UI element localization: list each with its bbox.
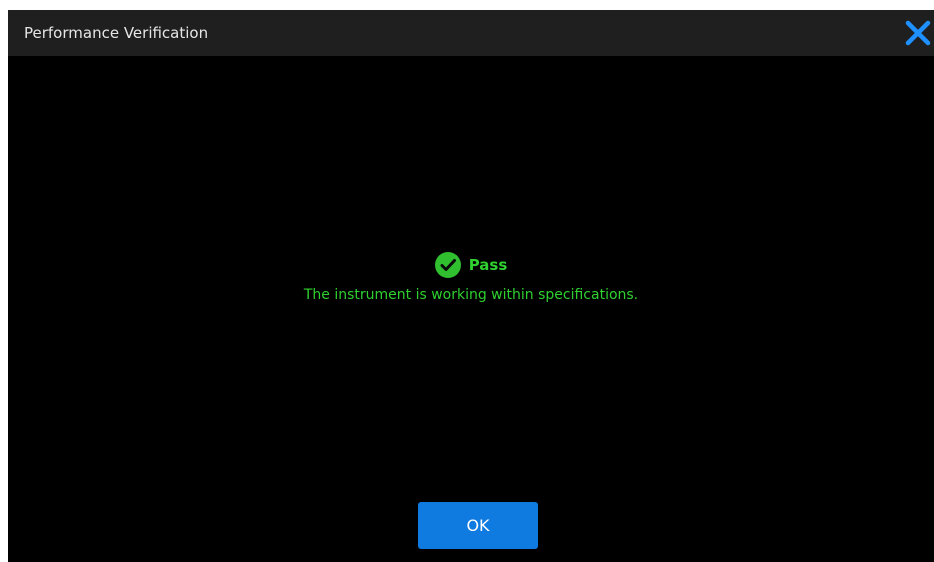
status-label: Pass: [468, 256, 508, 274]
ok-button[interactable]: OK: [418, 502, 538, 549]
dialog-content: Pass The instrument is working within sp…: [8, 56, 934, 562]
title-bar: Performance Verification: [8, 10, 934, 56]
status-row: Pass: [8, 251, 934, 279]
dialog-window: Performance Verification Pass The instru…: [8, 10, 934, 562]
window-title: Performance Verification: [24, 24, 209, 42]
status-message: The instrument is working within specifi…: [303, 287, 639, 303]
close-icon[interactable]: [902, 17, 934, 49]
check-circle-icon: [434, 252, 461, 278]
